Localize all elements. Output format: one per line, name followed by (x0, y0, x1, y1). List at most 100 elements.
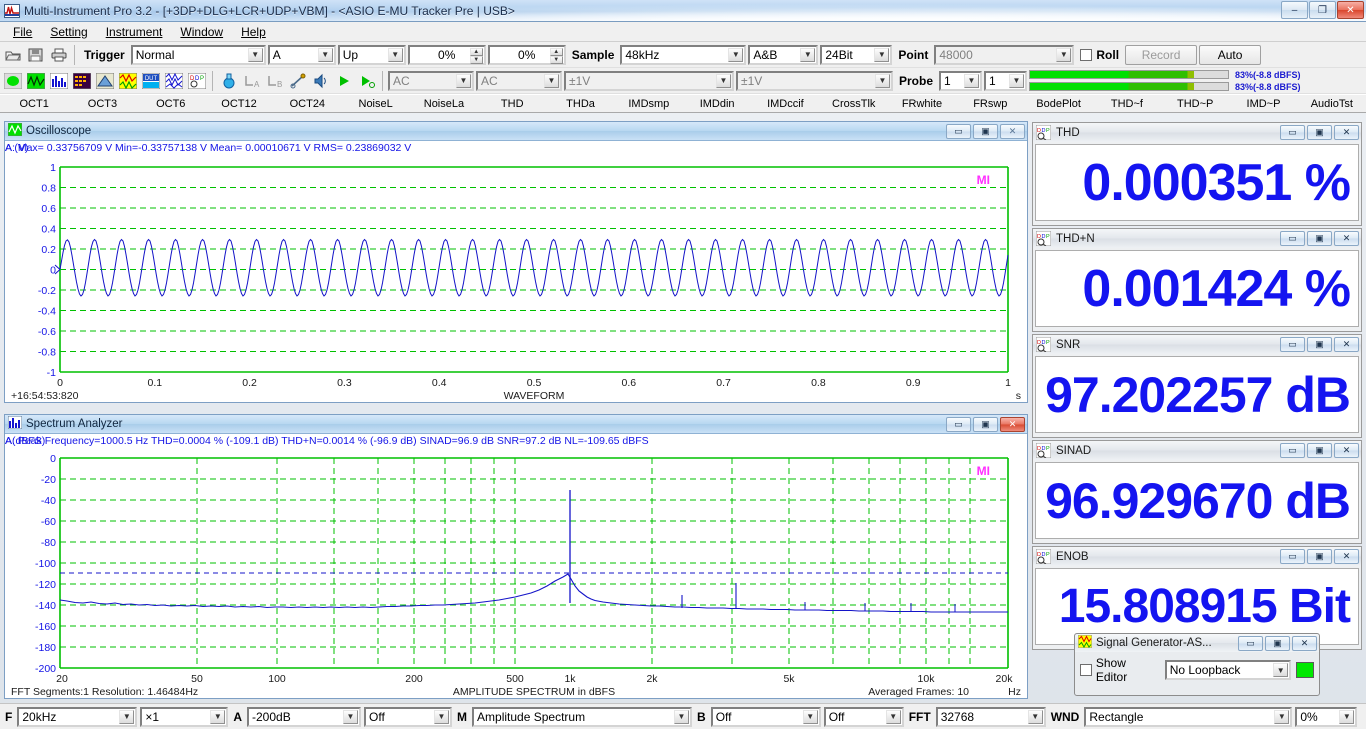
save-disk-icon[interactable] (25, 45, 46, 65)
meter-snr-close-button[interactable]: ✕ (1334, 337, 1359, 352)
meter-enob-minimize-button[interactable]: ▭ (1280, 549, 1305, 564)
multimeter-icon[interactable] (117, 71, 138, 91)
channel-b-combo[interactable]: Off ▼ (710, 706, 821, 727)
oscilloscope-close-button[interactable]: ✕ (1000, 123, 1025, 139)
chevron-down-icon[interactable]: ▼ (716, 73, 731, 88)
tab-oct1[interactable]: OCT1 (0, 98, 68, 110)
amplitude-mode-combo[interactable]: Off ▼ (364, 706, 453, 727)
meter-enob-close-button[interactable]: ✕ (1334, 549, 1359, 564)
chevron-down-icon[interactable]: ▼ (1009, 73, 1025, 88)
window-overlap-combo[interactable]: 0% ▼ (1295, 706, 1358, 727)
channel-combo[interactable]: A&B ▼ (748, 44, 819, 65)
calibrate-icon[interactable] (218, 71, 239, 91)
spectrum-restore-button[interactable]: ▣ (973, 416, 998, 432)
spectrum-plot[interactable]: MI 0 -20 -40 -60 -80 -100 -120 -140 -160 -180 -… (5, 450, 1027, 698)
tab-oct6[interactable]: OCT6 (137, 98, 205, 110)
tab-audiotst[interactable]: AudioTst (1298, 98, 1366, 110)
spinner-arrows-icon[interactable]: ▲ ▼ (549, 47, 563, 64)
oscilloscope-plot[interactable]: 1 0.8 0.6 0.4 0.2 0 -0.2 -0.4 -0.6 -0.8 -1 MI 0… (5, 157, 1027, 402)
meter-thd-minimize-button[interactable]: ▭ (1280, 125, 1305, 140)
data-display-icon[interactable]: DDP (186, 71, 207, 91)
menu-help[interactable]: Help (232, 23, 275, 41)
speaker-icon[interactable] (310, 71, 331, 91)
oscilloscope-icon[interactable] (25, 71, 46, 91)
meter-thdn-minimize-button[interactable]: ▭ (1280, 231, 1305, 246)
meter-sinad-minimize-button[interactable]: ▭ (1280, 443, 1305, 458)
fft-size-combo[interactable]: 32768 ▼ (935, 706, 1046, 727)
play-loop-icon[interactable] (356, 71, 377, 91)
signal-generator-close-button[interactable]: ✕ (1292, 635, 1317, 651)
chevron-down-icon[interactable]: ▼ (119, 709, 135, 724)
chevron-down-icon[interactable]: ▼ (885, 709, 901, 724)
chevron-down-icon[interactable]: ▼ (874, 47, 890, 62)
show-editor-checkbox[interactable]: Show Editor (1080, 656, 1160, 684)
chevron-down-icon[interactable]: ▼ (210, 709, 226, 724)
menu-setting[interactable]: Setting (41, 23, 96, 41)
sample-rate-combo[interactable]: 48kHz ▼ (620, 44, 747, 65)
meter-thdn-close-button[interactable]: ✕ (1334, 231, 1359, 246)
meter-thdn-restore-button[interactable]: ▣ (1307, 231, 1332, 246)
trigger-mode-combo[interactable]: Normal ▼ (130, 44, 266, 65)
checkbox-box[interactable] (1080, 48, 1093, 61)
tab-noisel[interactable]: NoiseL (341, 98, 409, 110)
menu-file[interactable]: File (4, 23, 41, 41)
meter-enob-restore-button[interactable]: ▣ (1307, 549, 1332, 564)
chevron-down-icon[interactable]: ▼ (247, 47, 263, 62)
spectrum-3d-icon[interactable] (71, 71, 92, 91)
print-icon[interactable] (48, 45, 69, 65)
scissors-cut-icon[interactable] (287, 71, 308, 91)
meter-thd-restore-button[interactable]: ▣ (1307, 125, 1332, 140)
tab-oct12[interactable]: OCT12 (205, 98, 273, 110)
chevron-down-icon[interactable]: ▼ (674, 709, 690, 724)
range-a-combo[interactable]: ±1V ▼ (564, 70, 734, 91)
meter-sinad-close-button[interactable]: ✕ (1334, 443, 1359, 458)
chevron-down-icon[interactable]: ▼ (728, 47, 744, 62)
open-folder-icon[interactable] (2, 45, 23, 65)
auto-button[interactable]: Auto (1199, 44, 1262, 65)
tab-crosstlk[interactable]: CrossTlk (820, 98, 888, 110)
chevron-down-icon[interactable]: ▼ (964, 73, 980, 88)
signal-generator-start-button[interactable] (1296, 662, 1314, 678)
amplitude-range-combo[interactable]: -200dB ▼ (247, 706, 362, 727)
trigger-delay-spinner[interactable]: 0% ▲ ▼ (487, 44, 566, 65)
chevron-down-icon[interactable]: ▼ (544, 73, 559, 88)
coupling-a-combo[interactable]: AC ▼ (388, 70, 474, 91)
chevron-down-icon[interactable]: ▼ (1027, 709, 1043, 724)
trigger-channel-combo[interactable]: A ▼ (267, 44, 336, 65)
trigger-level-spinner[interactable]: 0% ▲ ▼ (407, 44, 486, 65)
channel-b-mode-combo[interactable]: Off ▼ (823, 706, 904, 727)
signal-generator-minimize-button[interactable]: ▭ (1238, 635, 1263, 651)
tab-bodeplot[interactable]: BodePlot (1024, 98, 1092, 110)
signal-generator-restore-button[interactable]: ▣ (1265, 635, 1290, 651)
chevron-down-icon[interactable]: ▼ (875, 73, 890, 88)
record-dot-icon[interactable] (2, 71, 23, 91)
device-test-plan-icon[interactable]: DUT (140, 71, 161, 91)
roll-checkbox[interactable]: Roll (1080, 48, 1119, 62)
oscilloscope-restore-button[interactable]: ▣ (973, 123, 998, 139)
play-button-icon[interactable] (333, 71, 354, 91)
tab-thd[interactable]: THD (478, 98, 546, 110)
chevron-down-icon[interactable]: ▼ (802, 709, 818, 724)
chevron-down-icon[interactable]: ▼ (1339, 709, 1355, 724)
tab-oct3[interactable]: OCT3 (68, 98, 136, 110)
spinner-arrows-icon[interactable]: ▲ ▼ (469, 47, 483, 64)
tab-imdsmp[interactable]: IMDsmp (615, 98, 683, 110)
frequency-span-combo[interactable]: 20kHz ▼ (17, 706, 138, 727)
tab-oct24[interactable]: OCT24 (273, 98, 341, 110)
waterfall-plot-icon[interactable] (94, 71, 115, 91)
chevron-down-icon[interactable]: ▼ (434, 709, 450, 724)
chevron-down-icon[interactable]: ▼ (1274, 709, 1290, 724)
meter-snr-minimize-button[interactable]: ▭ (1280, 337, 1305, 352)
meter-snr-restore-button[interactable]: ▣ (1307, 337, 1332, 352)
bit-depth-combo[interactable]: 24Bit ▼ (820, 44, 893, 65)
tab-frswp[interactable]: FRswp (956, 98, 1024, 110)
tab-thd-p[interactable]: THD~P (1161, 98, 1229, 110)
meter-thd-close-button[interactable]: ✕ (1334, 125, 1359, 140)
tab-noisela[interactable]: NoiseLa (410, 98, 478, 110)
spectrum-minimize-button[interactable]: ▭ (946, 416, 971, 432)
chevron-down-icon[interactable]: ▼ (800, 47, 816, 62)
range-b-combo[interactable]: ±1V ▼ (736, 70, 893, 91)
chevron-down-icon[interactable]: ▼ (456, 73, 471, 88)
tab-frwhite[interactable]: FRwhite (888, 98, 956, 110)
vibrometer-icon[interactable] (163, 71, 184, 91)
